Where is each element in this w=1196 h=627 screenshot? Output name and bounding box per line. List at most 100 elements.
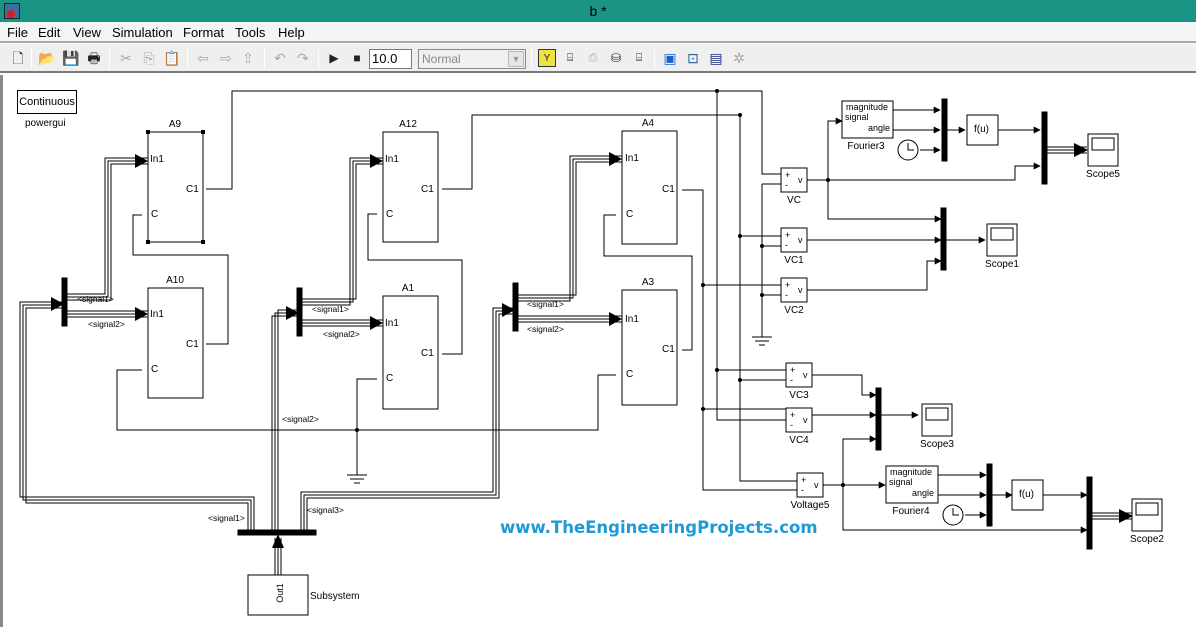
- port-label-c: C: [626, 369, 634, 380]
- port-label-c1: C1: [186, 184, 199, 195]
- vm-out: v: [798, 285, 803, 295]
- vm-plus: +: [785, 230, 791, 240]
- port-label-in1: In1: [150, 309, 164, 320]
- fourier-port-signal: signal: [889, 477, 913, 487]
- scope-name-scope2: Scope2: [1130, 534, 1164, 545]
- signal-label: <signal2>: [88, 319, 125, 329]
- scope-name-scope3: Scope3: [920, 439, 954, 450]
- ground-icon[interactable]: [752, 325, 772, 346]
- vm-out: v: [814, 480, 819, 490]
- port-label-in1: In1: [385, 318, 399, 329]
- vm-minus: -: [785, 180, 788, 190]
- input-arrows: [51, 143, 1133, 548]
- signal-label: <signal1>: [208, 513, 245, 523]
- bus-signal3-right: [300, 307, 515, 530]
- vm-plus: +: [801, 475, 807, 485]
- scope3-block[interactable]: [921, 403, 953, 437]
- bus-signal2-A3: [517, 315, 622, 323]
- fourier-port-magnitude: magnitude: [846, 102, 889, 112]
- port-label-in1: In1: [385, 154, 399, 165]
- demux-right[interactable]: [512, 282, 519, 332]
- vm-minus: -: [785, 240, 788, 250]
- port-label-c1: C1: [421, 348, 434, 359]
- demux-middle[interactable]: [296, 287, 303, 337]
- port-label-c: C: [386, 373, 394, 384]
- fourier-port-signal: signal: [845, 112, 869, 122]
- signal-label: <signal2>: [282, 414, 319, 424]
- block-name-A12: A12: [399, 119, 417, 130]
- fcn-label: f(u): [1019, 489, 1034, 500]
- port-label-c: C: [151, 209, 159, 220]
- fourier-port-angle: angle: [868, 123, 891, 133]
- scope5-block[interactable]: [1087, 133, 1119, 167]
- port-label-c: C: [151, 364, 159, 375]
- voltmeter-name-VC: VC: [787, 195, 801, 206]
- voltmeter-name-VC3: VC3: [789, 390, 809, 401]
- powergui-label: powergui: [25, 118, 66, 129]
- signal-label: <signal2>: [527, 324, 564, 334]
- bus-signal1-A4: [517, 155, 622, 302]
- bus-signal1-A9: [66, 157, 148, 301]
- fourier-port-magnitude: magnitude: [890, 467, 933, 477]
- fourier-name: Fourier3: [847, 141, 885, 152]
- mux-scope1[interactable]: [940, 207, 947, 271]
- vm-plus: +: [785, 280, 791, 290]
- bus-wires: [19, 146, 1132, 575]
- subsystem-name: Subsystem: [310, 591, 360, 602]
- vm-minus: -: [790, 375, 793, 385]
- signal-label: <signal2>: [323, 329, 360, 339]
- signal-label: <signal3>: [307, 505, 344, 515]
- voltmeter-name-Voltage5: Voltage5: [790, 500, 830, 511]
- block-name-A1: A1: [401, 283, 415, 294]
- scope-name-scope1: Scope1: [985, 259, 1019, 270]
- mux-scope2[interactable]: [1086, 476, 1093, 550]
- fourier-port-angle: angle: [912, 488, 935, 498]
- mux-fourier3[interactable]: [941, 98, 948, 162]
- mux-fourier4[interactable]: [986, 463, 993, 527]
- port-label-c: C: [386, 209, 394, 220]
- vm-out: v: [803, 415, 808, 425]
- demux-bottom[interactable]: [237, 529, 317, 536]
- ground-icon[interactable]: [347, 460, 367, 484]
- vm-plus: +: [790, 410, 796, 420]
- clock-icon[interactable]: [897, 139, 919, 161]
- port-label-c1: C1: [186, 339, 199, 350]
- vm-out: v: [798, 235, 803, 245]
- vm-plus: +: [785, 170, 791, 180]
- powergui-block[interactable]: Continuous: [17, 90, 77, 114]
- port-label-in1: In1: [625, 153, 639, 164]
- signal-label: <signal1>: [312, 304, 349, 314]
- watermark-text: www.TheEngineeringProjects.com: [500, 518, 818, 537]
- vm-plus: +: [790, 365, 796, 375]
- port-label-c1: C1: [662, 184, 675, 195]
- port-label-c1: C1: [662, 344, 675, 355]
- signal-label: <signal1>: [77, 294, 114, 304]
- signal-label: <signal1>: [527, 299, 564, 309]
- fourier-name: Fourier4: [892, 506, 930, 517]
- voltmeter-name-VC4: VC4: [789, 435, 809, 446]
- block-name-A9: A9: [168, 119, 182, 130]
- port-label-in1: In1: [625, 314, 639, 325]
- scope2-block[interactable]: [1131, 498, 1163, 532]
- demux-left[interactable]: [61, 277, 68, 327]
- clock-icon[interactable]: [942, 504, 964, 526]
- voltmeter-name-VC1: VC1: [784, 255, 804, 266]
- scope-name-scope5: Scope5: [1086, 169, 1120, 180]
- port-label-in1: In1: [150, 154, 164, 165]
- block-name-A3: A3: [641, 277, 655, 288]
- block-name-A10: A10: [166, 275, 184, 286]
- fcn-label: f(u): [974, 124, 989, 135]
- vm-minus: -: [790, 420, 793, 430]
- port-label-c1: C1: [421, 184, 434, 195]
- bus-signal1-left: [19, 301, 255, 530]
- block-name-A4: A4: [641, 118, 655, 129]
- mux-scope3[interactable]: [875, 387, 882, 451]
- mux-scope5[interactable]: [1041, 111, 1048, 185]
- vm-minus: -: [801, 485, 804, 495]
- subsystem-port-out1: Out1: [274, 583, 285, 603]
- wire-junctions: [355, 89, 845, 487]
- vm-out: v: [798, 175, 803, 185]
- voltmeter-name-VC2: VC2: [784, 305, 804, 316]
- scope1-block[interactable]: [986, 223, 1018, 257]
- vm-minus: -: [785, 290, 788, 300]
